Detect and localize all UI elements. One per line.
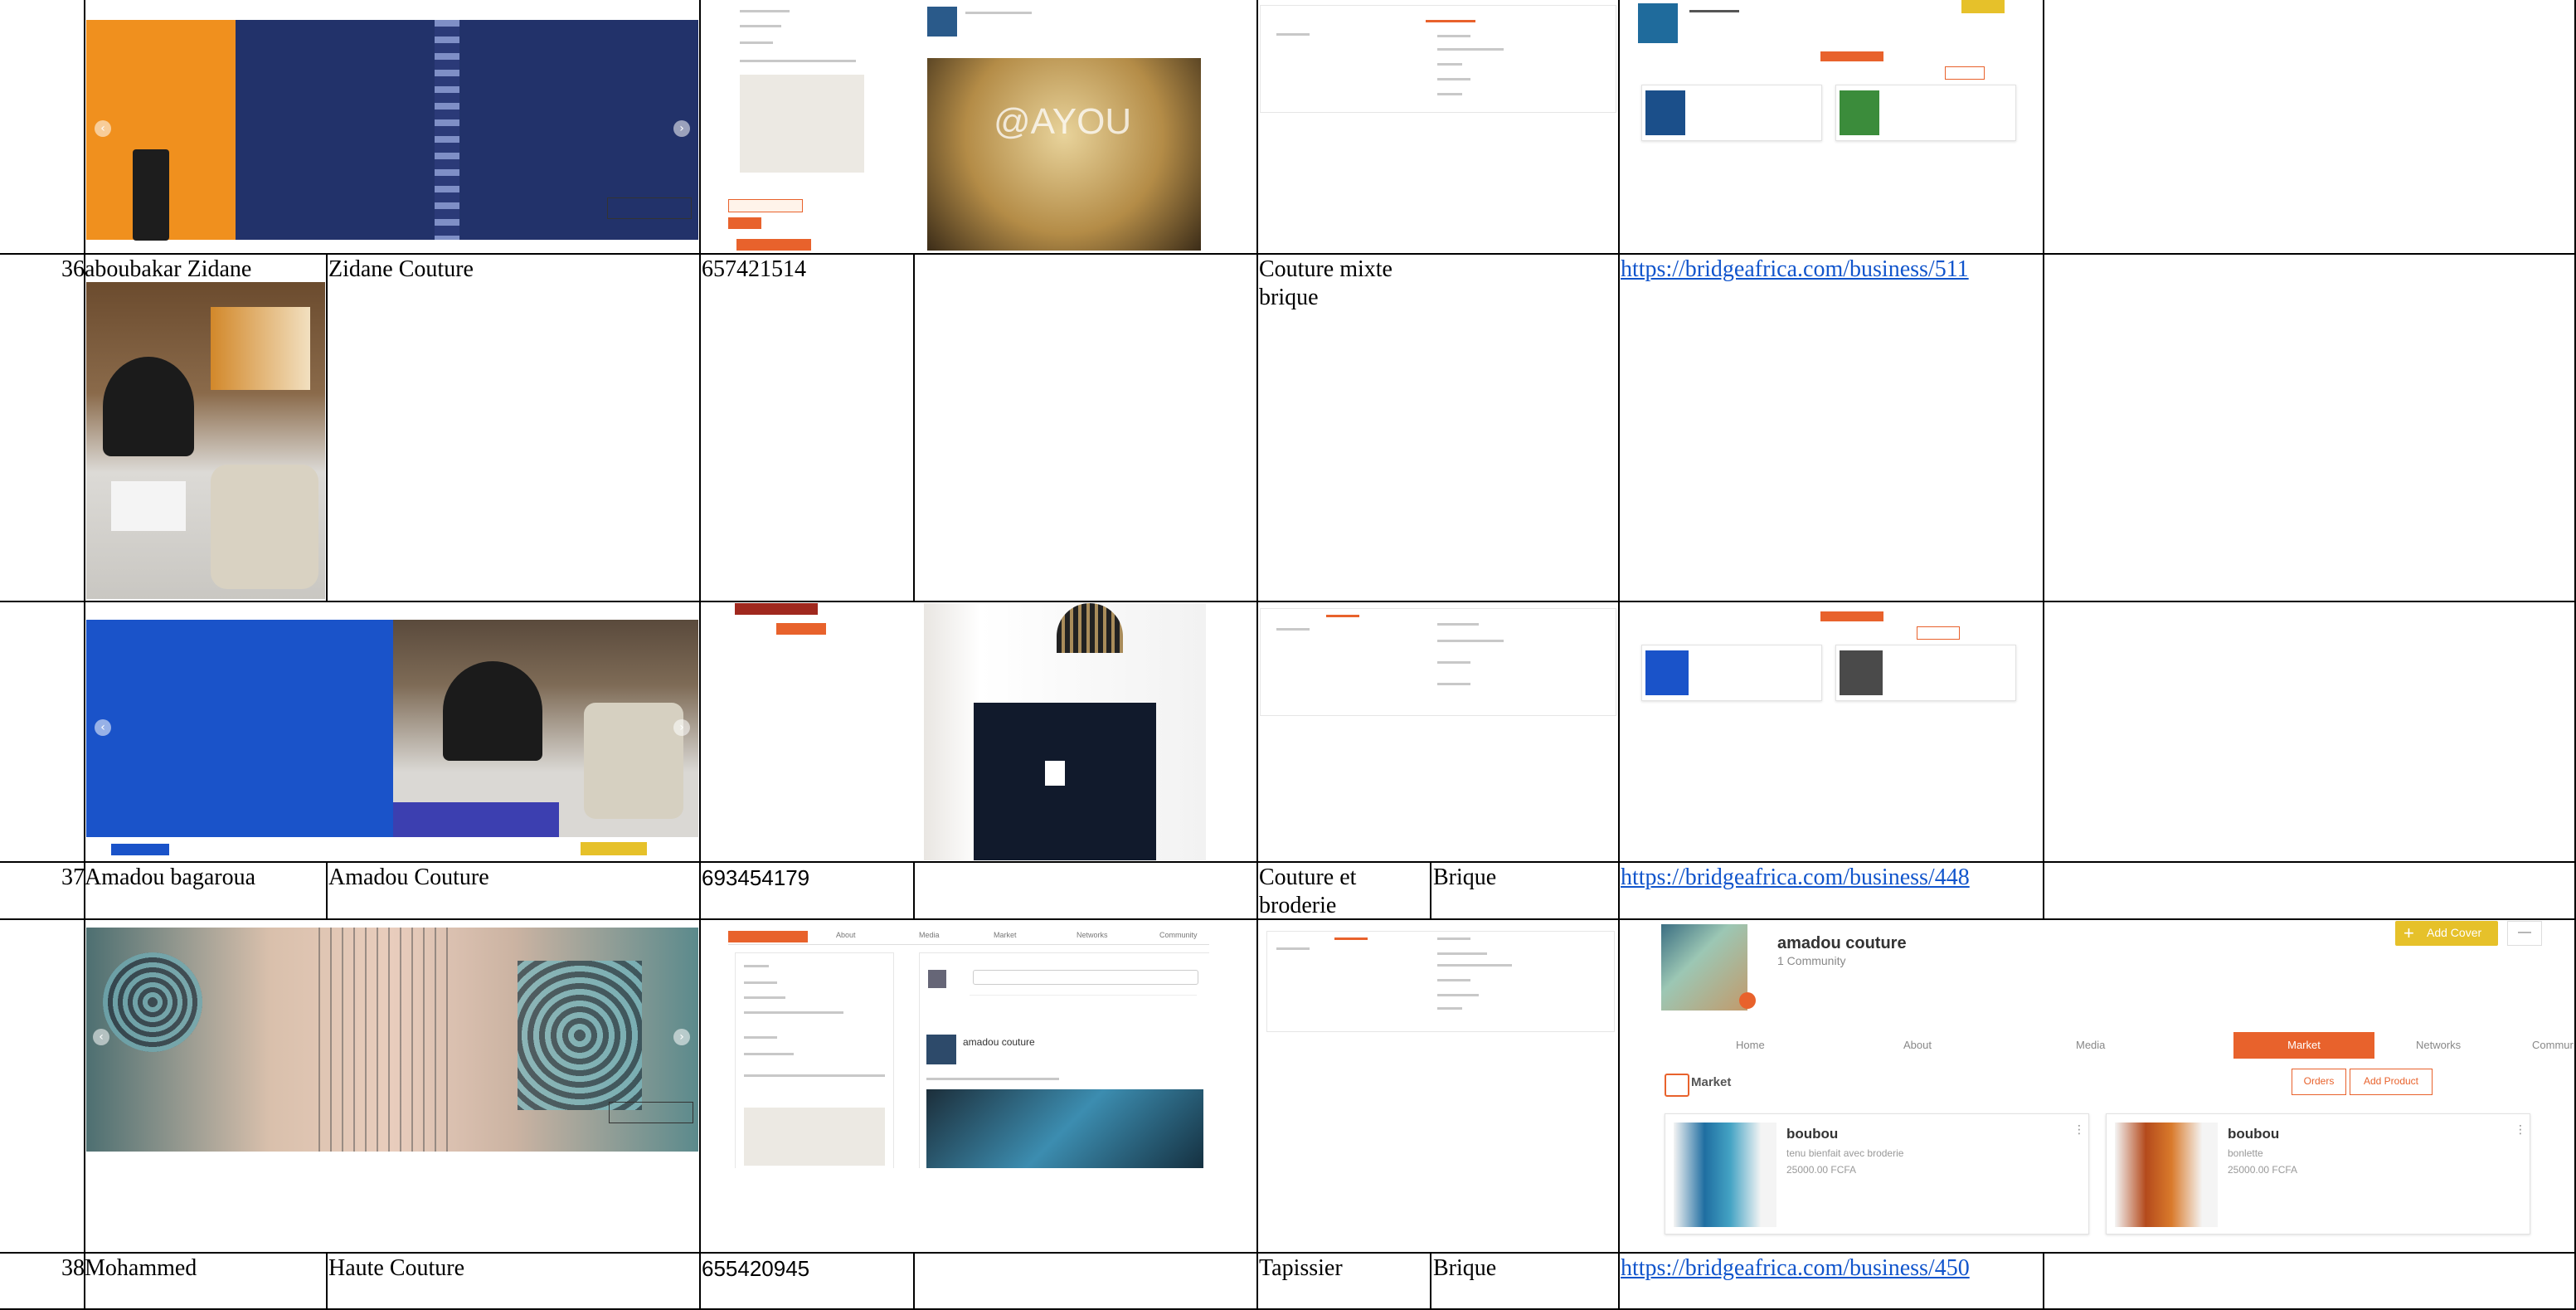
row-number: 36 <box>61 256 85 282</box>
market-label: Market <box>1691 1075 1732 1089</box>
product-image <box>2115 1123 2218 1227</box>
add-cover-button[interactable]: + Add Cover <box>2395 921 2498 946</box>
market-screenshot-small <box>1621 0 2028 149</box>
tab-market[interactable]: Market <box>2233 1032 2374 1059</box>
prev-arrow-icon[interactable]: ‹ <box>95 120 111 137</box>
orders-button[interactable]: Orders <box>2292 1069 2346 1095</box>
sidebar-info-screenshot <box>728 603 877 653</box>
more-vertical-icon[interactable]: ⋮ <box>2073 1123 2085 1137</box>
phone-number: 693454179 <box>702 865 810 890</box>
more-vertical-icon[interactable]: ⋮ <box>2515 1123 2526 1137</box>
tab-market-label: Market <box>2287 1039 2321 1051</box>
prev-arrow-icon[interactable]: ‹ <box>95 719 111 736</box>
business-link[interactable]: https://bridgeafrica.com/business/448 <box>1621 864 1970 892</box>
business-link[interactable]: https://bridgeafrica.com/business/450 <box>1621 1254 1970 1283</box>
phone-number: 655420945 <box>702 1256 810 1281</box>
activity: Couture et broderie <box>1259 864 1357 918</box>
market-screenshot-small <box>1621 603 2028 711</box>
add-product-button[interactable]: Add Product <box>2350 1069 2433 1095</box>
profile-name: amadou couture <box>1777 934 1907 952</box>
owner-name: Mohammed <box>85 1255 197 1281</box>
product-card[interactable]: boubou tenu bienfait avec broderie 25000… <box>1665 1113 2089 1235</box>
tab-media[interactable]: Media <box>2076 1039 2105 1051</box>
more-options-button[interactable]: — <box>2507 921 2542 946</box>
tab-community[interactable]: Community <box>2532 1039 2574 1051</box>
tailor-photo <box>86 282 325 599</box>
menu-screenshot <box>1260 928 1616 1035</box>
market-icon <box>1665 1074 1689 1097</box>
business-name: Zidane Couture <box>328 256 474 282</box>
watermark-text: @AYOU <box>994 101 1132 142</box>
product-price: 25000.00 FCFA <box>1786 1164 1857 1176</box>
next-arrow-icon[interactable]: › <box>673 1029 690 1045</box>
product-description: tenu bienfait avec broderie <box>1786 1147 1904 1159</box>
add-cover-label: Add Cover <box>2427 926 2482 939</box>
business-name: Haute Couture <box>328 1255 465 1281</box>
profile-avatar <box>1661 924 1747 1011</box>
post-image-screenshot <box>924 603 1206 860</box>
sidebar-info-screenshot <box>728 0 886 253</box>
row-number: 37 <box>61 864 85 890</box>
profile-community: 1 Community <box>1777 954 1846 967</box>
add-product-label: Add Product <box>2363 1075 2419 1087</box>
product-price: 25000.00 FCFA <box>2228 1164 2298 1176</box>
business-link[interactable]: https://bridgeafrica.com/business/511 <box>1621 256 1969 284</box>
market-screenshot: amadou couture 1 Community + Add Cover —… <box>1621 921 2574 1251</box>
product-card[interactable]: boubou bonlette 25000.00 FCFA ⋮ <box>2106 1113 2530 1235</box>
next-arrow-icon[interactable]: › <box>673 120 690 137</box>
post-author: amadou couture <box>963 1036 1035 1048</box>
orders-label: Orders <box>2303 1075 2335 1087</box>
cover-slider-screenshot: ‹ › <box>86 928 698 1152</box>
business-name: Amadou Couture <box>328 864 489 890</box>
row-number: 38 <box>61 1255 85 1281</box>
home-feed-screenshot: About Media Market Networks Community am… <box>728 928 1209 1168</box>
product-name: boubou <box>1786 1126 1839 1142</box>
owner-name: Amadou bagaroua <box>85 864 256 890</box>
next-arrow-icon[interactable]: › <box>673 719 690 736</box>
tab-networks[interactable]: Networks <box>2416 1039 2461 1051</box>
activity: Couture mixte brique <box>1259 256 1392 310</box>
tab-home[interactable]: Home <box>1736 1039 1765 1051</box>
prev-arrow-icon[interactable]: ‹ <box>93 1029 109 1045</box>
menu-screenshot <box>1260 603 1616 719</box>
activity: Tapissier <box>1259 1255 1343 1281</box>
zone: Brique <box>1433 864 1497 890</box>
product-image <box>1674 1123 1776 1227</box>
phone-number: 657421514 <box>702 256 806 282</box>
camera-icon[interactable] <box>1739 992 1756 1009</box>
zone: Brique <box>1433 1255 1497 1281</box>
post-image-screenshot: @AYOU <box>927 0 1201 251</box>
plus-icon: + <box>2403 923 2414 943</box>
menu-screenshot <box>1260 0 1616 116</box>
cover-slider-screenshot: ‹ › <box>86 0 698 245</box>
owner-name: aboubakar Zidane <box>85 256 252 282</box>
product-description: bonlette <box>2228 1147 2263 1159</box>
product-name: boubou <box>2228 1126 2280 1142</box>
tab-about[interactable]: About <box>1903 1039 1932 1051</box>
cover-slider-screenshot: ‹ › <box>86 603 698 860</box>
